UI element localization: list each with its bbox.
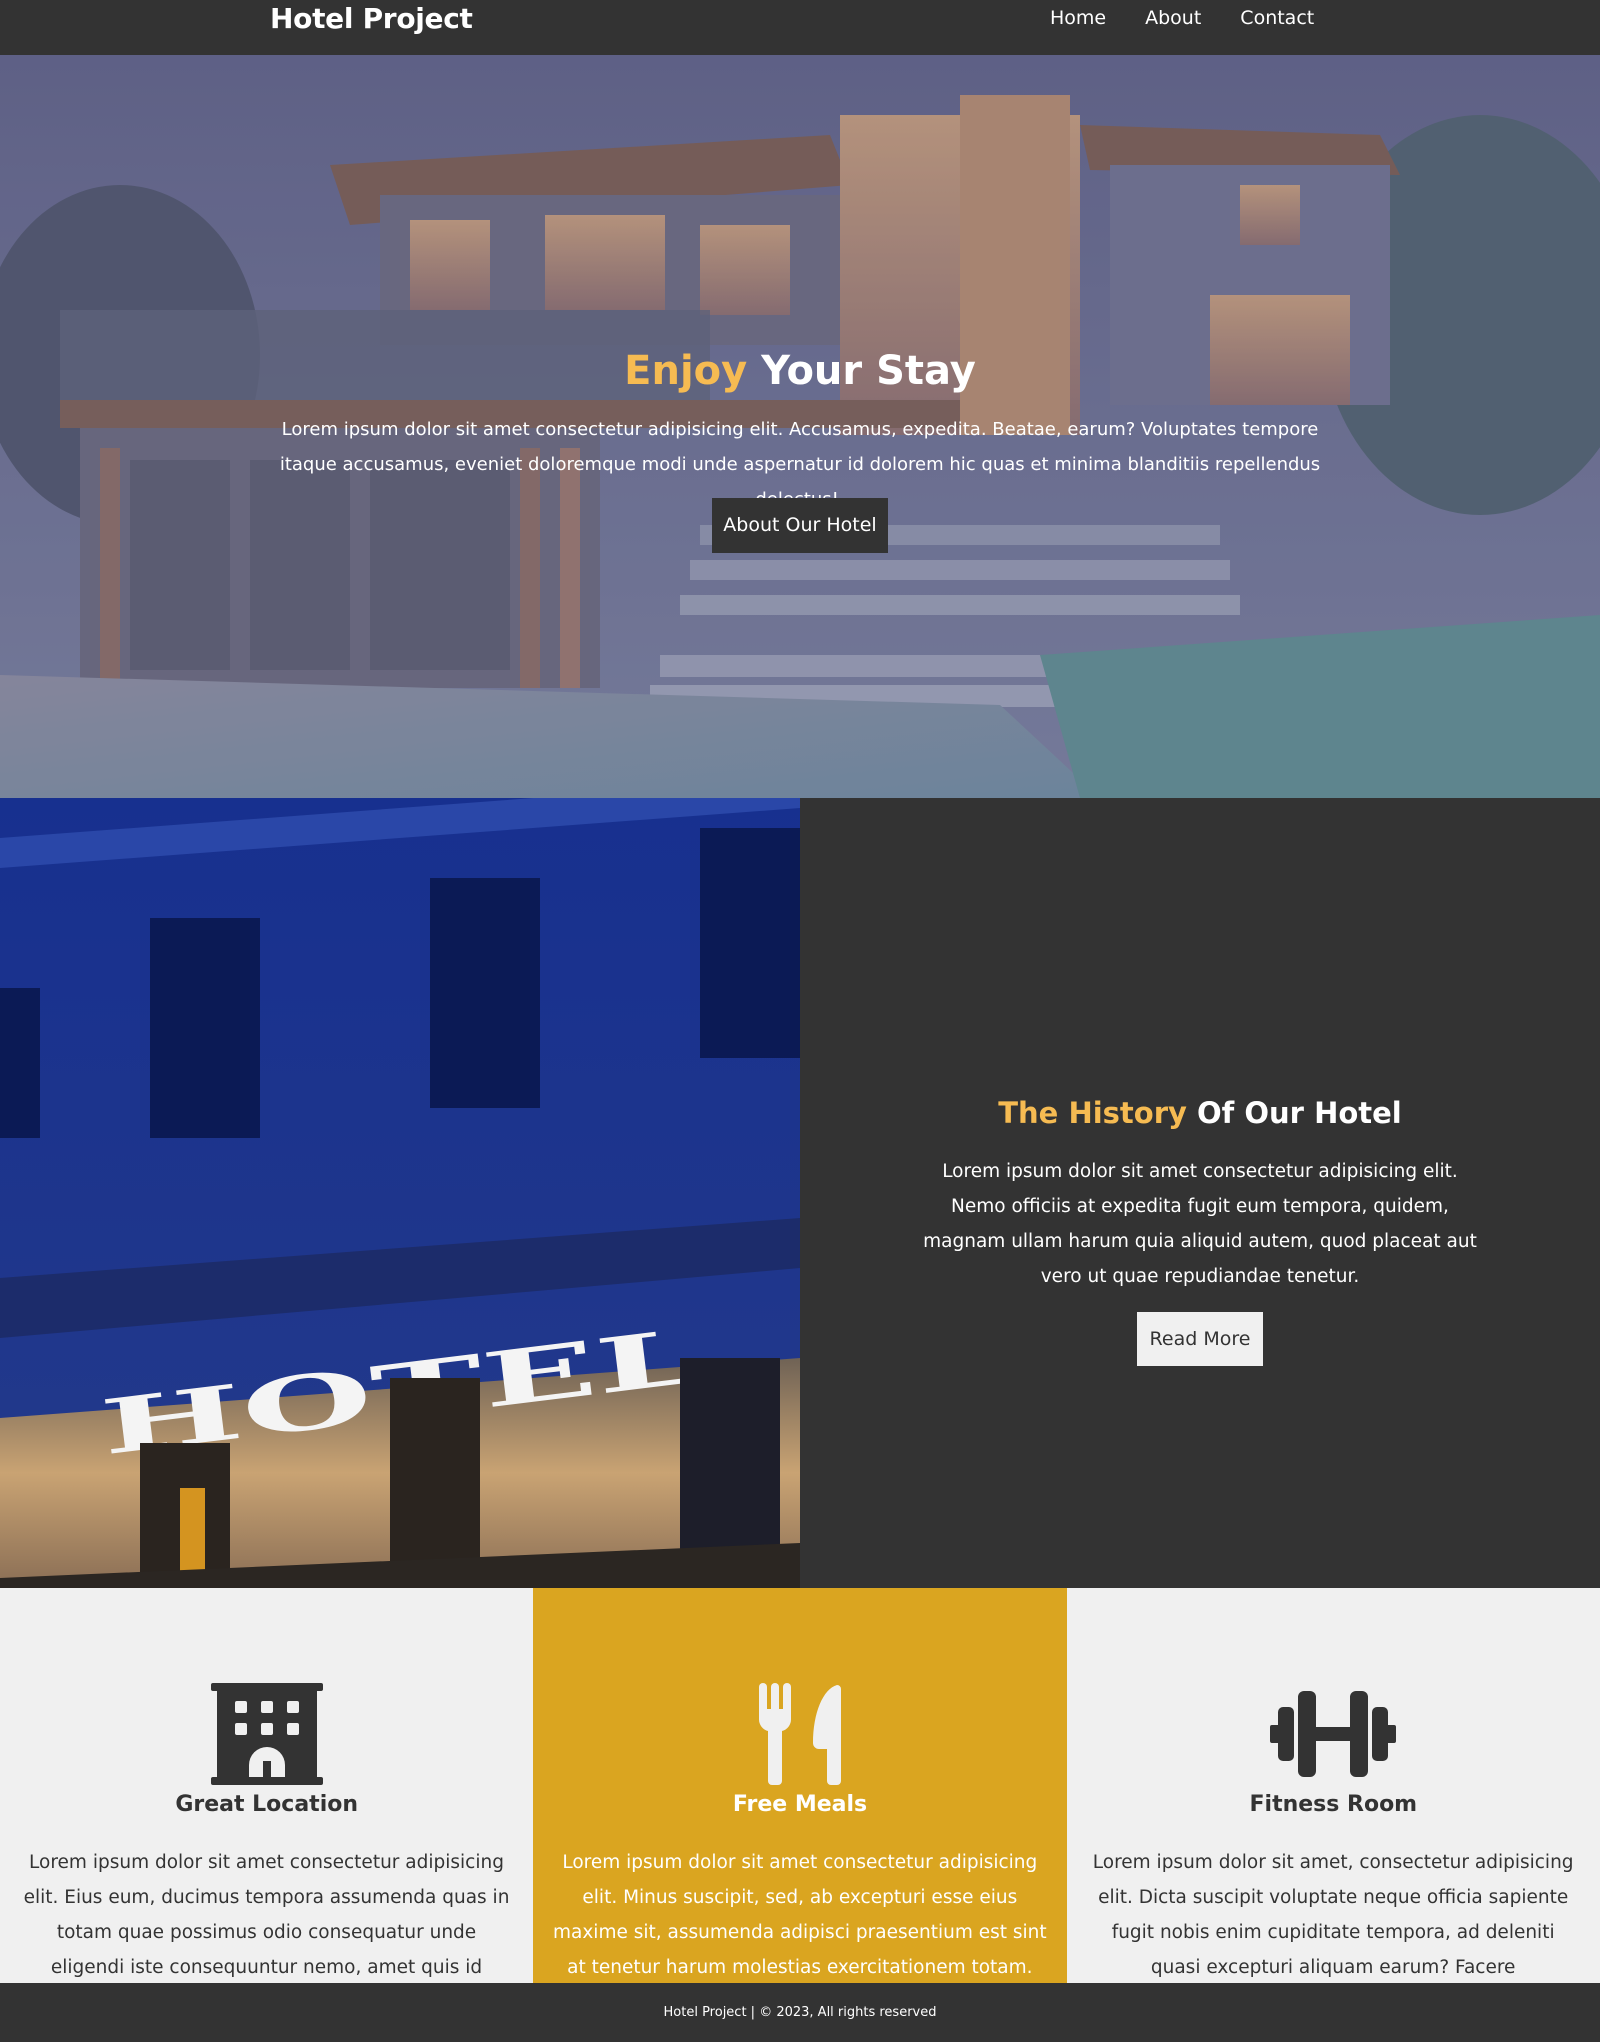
fork-knife-icon	[533, 1683, 1066, 1788]
dumbbell-icon	[1067, 1683, 1600, 1788]
history-section: HOTEL The History Of Our Hotel Lorem ips…	[0, 798, 1600, 1588]
read-more-button[interactable]: Read More	[1137, 1312, 1263, 1366]
footer: Hotel Project | © 2023, All rights reser…	[0, 1983, 1600, 2042]
hero-title: Enjoy Your Stay	[0, 348, 1600, 394]
feature-title: Fitness Room	[1249, 1792, 1418, 1817]
brand-logo[interactable]: Hotel Project	[270, 0, 473, 37]
history-panel: The History Of Our Hotel Lorem ipsum dol…	[800, 798, 1600, 1588]
feature-title: Great Location	[175, 1792, 359, 1817]
navbar: Hotel Project Home About Contact	[0, 0, 1600, 55]
feature-description: Lorem ipsum dolor sit amet, consectetur …	[1092, 1852, 1574, 1978]
features-section: Great Location Lorem ipsum dolor sit ame…	[0, 1588, 1600, 1983]
nav-links: Home About Contact	[1050, 0, 1314, 37]
feature-title: Free Meals	[732, 1792, 868, 1817]
hotel-facade-image: HOTEL	[0, 798, 800, 1588]
nav-link-contact[interactable]: Contact	[1240, 0, 1314, 37]
hero-title-rest: Your Stay	[747, 348, 976, 394]
hero-content: Enjoy Your Stay Lorem ipsum dolor sit am…	[0, 55, 1600, 798]
history-description: Lorem ipsum dolor sit amet consectetur a…	[923, 1161, 1477, 1287]
hero-section: Enjoy Your Stay Lorem ipsum dolor sit am…	[0, 55, 1600, 798]
history-title: The History Of Our Hotel	[800, 1096, 1600, 1130]
hero-title-accent: Enjoy	[624, 348, 748, 394]
history-title-rest: Of Our Hotel	[1186, 1096, 1402, 1130]
feature-description: Lorem ipsum dolor sit amet consectetur a…	[23, 1852, 510, 1978]
feature-description: Lorem ipsum dolor sit amet consectetur a…	[553, 1852, 1047, 1978]
feature-card-location: Great Location Lorem ipsum dolor sit ame…	[0, 1588, 534, 1983]
feature-card-meals: Free Meals Lorem ipsum dolor sit amet co…	[533, 1588, 1067, 1983]
about-hotel-button[interactable]: About Our Hotel	[712, 498, 888, 553]
hotel-building-icon	[0, 1683, 533, 1788]
footer-copyright: Hotel Project | © 2023, All rights reser…	[663, 2005, 937, 2020]
history-title-accent: The History	[998, 1096, 1187, 1130]
nav-link-home[interactable]: Home	[1050, 0, 1106, 37]
nav-link-about[interactable]: About	[1145, 0, 1201, 37]
feature-card-fitness: Fitness Room Lorem ipsum dolor sit amet,…	[1066, 1588, 1600, 1983]
